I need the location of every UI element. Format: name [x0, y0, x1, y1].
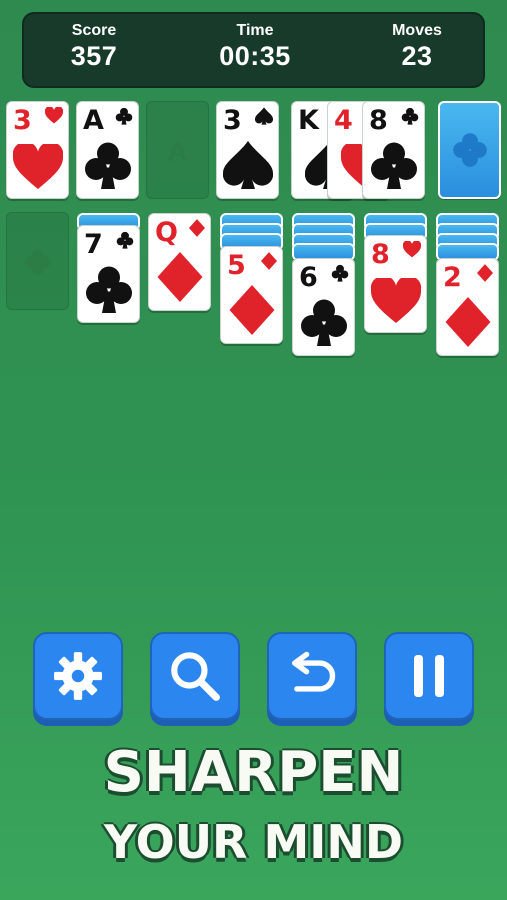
club-icon	[85, 266, 132, 313]
gear-icon	[54, 652, 102, 700]
card-rank: 5	[227, 250, 246, 281]
score-label: Score	[71, 22, 117, 39]
tableau-card[interactable]: Q	[148, 213, 211, 311]
undo-button[interactable]	[267, 632, 357, 720]
tableau-card[interactable]: 5	[220, 246, 283, 344]
score-value: 357	[70, 41, 118, 71]
card-rank: Q	[155, 217, 178, 248]
heart-icon	[45, 107, 63, 124]
magnifier-icon	[171, 652, 220, 701]
time-value: 00:35	[219, 41, 291, 71]
pause-icon	[414, 655, 444, 697]
heart-icon	[403, 241, 421, 258]
heart-icon	[12, 144, 63, 189]
tableau-card[interactable]: 7	[77, 225, 140, 323]
waste-card: 3	[216, 101, 279, 199]
pause-button[interactable]	[384, 632, 474, 720]
card-rank: 4	[334, 105, 353, 136]
foundation-clubs-card[interactable]: A	[76, 101, 139, 199]
score-stat: Score 357	[34, 22, 154, 72]
card-rank: K	[298, 105, 319, 136]
slogan-line-1: SHARPEN	[103, 740, 404, 805]
tableau-card[interactable]: 6	[292, 258, 355, 356]
score-panel: Score 357 Time 00:35 Moves 23	[22, 12, 485, 88]
spade-icon	[255, 107, 273, 125]
clover-icon	[453, 133, 487, 167]
club-icon	[370, 142, 417, 189]
clover-icon	[25, 249, 51, 275]
club-icon	[331, 264, 349, 282]
moves-stat: Moves 23	[357, 22, 477, 72]
foundation-empty-slot[interactable]: A	[146, 101, 209, 199]
tableau-card[interactable]: 8	[364, 235, 427, 333]
diamond-icon	[229, 285, 274, 335]
hint-button[interactable]	[150, 632, 240, 720]
card-rank: 8	[371, 239, 390, 270]
slogan-line-2: YOUR MIND	[103, 815, 404, 869]
card-rank: 3	[223, 105, 242, 136]
card-rank: 3	[13, 105, 32, 136]
moves-value: 23	[401, 41, 433, 71]
time-label: Time	[236, 22, 274, 39]
club-icon	[116, 231, 134, 249]
card-rank: 7	[84, 229, 103, 260]
moves-label: Moves	[392, 22, 442, 39]
foundation-hearts-card[interactable]: 3	[6, 101, 69, 199]
club-icon	[401, 107, 419, 125]
diamond-icon	[261, 252, 277, 270]
undo-icon	[292, 651, 336, 692]
heart-icon	[370, 278, 421, 323]
diamond-icon	[445, 297, 490, 347]
time-stat: Time 00:35	[195, 22, 315, 72]
card-rank: A	[83, 105, 104, 136]
tableau-empty-slot[interactable]	[6, 212, 69, 310]
club-icon	[84, 142, 131, 189]
tableau-card[interactable]: 2	[436, 258, 499, 356]
card-rank: 8	[369, 105, 388, 136]
waste-top-card[interactable]: 8	[362, 101, 425, 199]
stock-pile[interactable]	[438, 101, 501, 199]
diamond-icon	[477, 264, 493, 282]
club-icon	[115, 107, 133, 125]
diamond-icon	[157, 252, 202, 302]
foundation-ace-label: A	[167, 136, 188, 167]
settings-button[interactable]	[33, 632, 123, 720]
diamond-icon	[189, 219, 205, 237]
spade-icon	[222, 141, 273, 189]
club-icon	[300, 299, 347, 346]
card-rank: 6	[299, 262, 318, 293]
card-rank: 2	[443, 262, 462, 293]
